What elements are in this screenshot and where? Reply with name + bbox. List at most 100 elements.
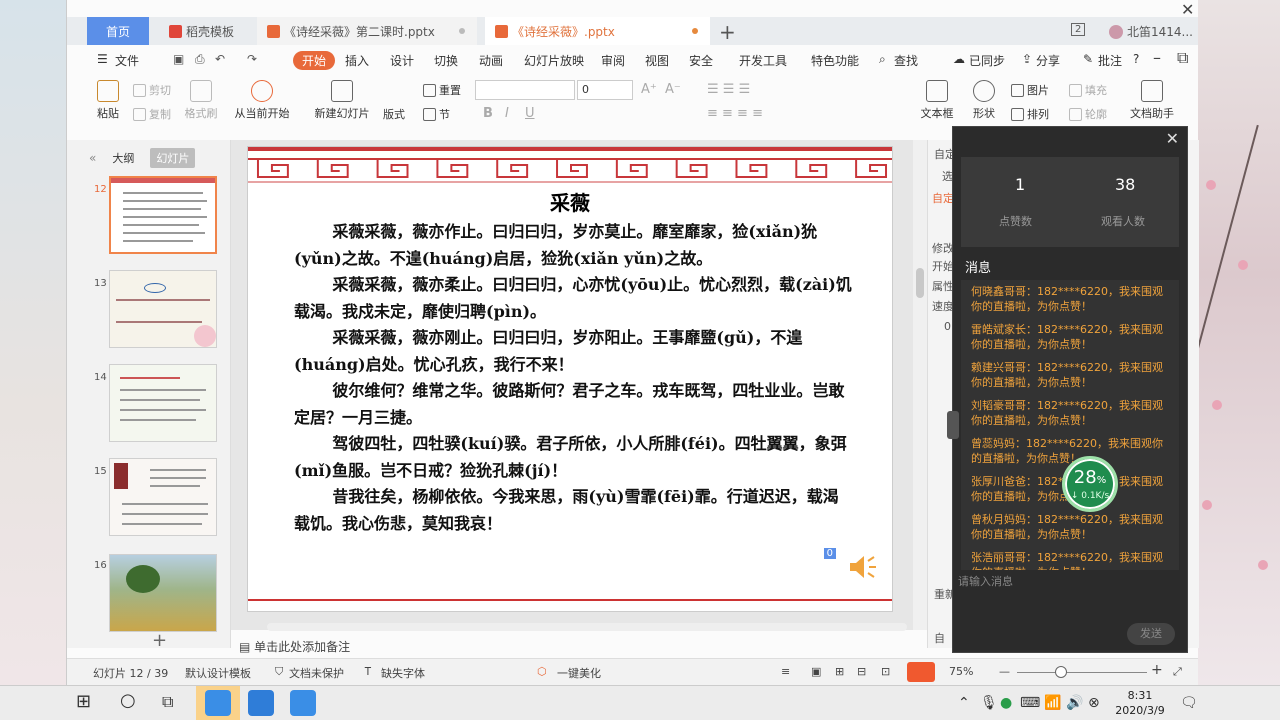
speaker-icon[interactable] bbox=[848, 553, 878, 581]
copy-button[interactable]: 复制 bbox=[133, 106, 171, 122]
menu-review[interactable]: 审阅 bbox=[601, 52, 625, 69]
underline-icon[interactable]: U bbox=[525, 106, 535, 121]
print-icon[interactable]: ⎙ bbox=[195, 52, 205, 67]
arrange-button[interactable]: 排列 bbox=[1011, 106, 1049, 122]
paste-button[interactable]: 粘贴 bbox=[93, 80, 123, 121]
font-size-combo[interactable]: 0 bbox=[577, 80, 633, 100]
new-tab-icon[interactable]: + bbox=[719, 20, 736, 44]
tab-home[interactable]: 首页 bbox=[87, 17, 149, 45]
reading-view-icon[interactable]: ⊟ bbox=[857, 665, 866, 678]
menu-animation[interactable]: 动画 bbox=[479, 52, 503, 69]
layout-button[interactable]: 版式 bbox=[383, 106, 405, 122]
zoom-level[interactable]: 75% bbox=[949, 665, 973, 678]
search-icon[interactable]: ⌕ bbox=[879, 52, 886, 67]
layout-view-icon[interactable]: ⊡ bbox=[881, 665, 890, 678]
play-current-button[interactable]: 从当前开始 bbox=[229, 80, 295, 121]
notification-icon[interactable]: 🗨 bbox=[1180, 695, 1198, 711]
new-slide-button[interactable]: 新建幻灯片 bbox=[309, 80, 375, 121]
sync-status[interactable]: 已同步 bbox=[969, 52, 1005, 69]
beautify-button[interactable]: 一键美化 bbox=[557, 665, 601, 681]
protect-status[interactable]: 文档未保护 bbox=[289, 665, 344, 681]
calendar-app-icon[interactable] bbox=[290, 690, 316, 716]
hamburger-icon[interactable]: ☰ bbox=[97, 52, 108, 66]
menu-features[interactable]: 特色功能 bbox=[811, 52, 859, 69]
redo-icon[interactable]: ↷ bbox=[247, 52, 257, 66]
notes-toggle-icon[interactable]: ≡ bbox=[781, 665, 790, 678]
menu-start[interactable]: 开始 bbox=[293, 51, 336, 70]
clock[interactable]: 8:31 2020/3/9 bbox=[1110, 688, 1170, 718]
reset-button[interactable]: 重置 bbox=[423, 82, 461, 98]
zoom-slider-knob[interactable] bbox=[1055, 666, 1067, 678]
design-template[interactable]: 默认设计模板 bbox=[185, 665, 251, 681]
font-size-down-icon[interactable]: A⁻ bbox=[665, 82, 681, 97]
tray-expand-icon[interactable]: ⌃ bbox=[958, 695, 970, 711]
message-input[interactable]: 请输入消息 bbox=[958, 573, 1013, 589]
menu-transition[interactable]: 切换 bbox=[434, 52, 458, 69]
thumb-slide-15[interactable] bbox=[109, 458, 217, 536]
menu-design[interactable]: 设计 bbox=[390, 52, 414, 69]
menu-share[interactable]: 分享 bbox=[1036, 52, 1060, 69]
user-account[interactable]: 北笛1414... bbox=[1109, 23, 1193, 40]
shape-button[interactable]: 形状 bbox=[967, 80, 1001, 121]
add-slide-icon[interactable]: + bbox=[152, 630, 167, 651]
menu-view[interactable]: 视图 bbox=[645, 52, 669, 69]
zoom-slider[interactable] bbox=[1017, 672, 1147, 673]
scroll-thumb[interactable] bbox=[916, 268, 924, 298]
slideshow-play-button[interactable] bbox=[907, 662, 935, 682]
animation-order-badge[interactable]: 0 bbox=[823, 548, 836, 559]
tab-doc1[interactable]: 《诗经采薇》第二课时.pptx bbox=[257, 17, 477, 45]
doc-assistant-button[interactable]: 文档助手 bbox=[1129, 80, 1175, 121]
windows-start-icon[interactable]: ⊞ bbox=[76, 691, 91, 712]
menu-devtools[interactable]: 开发工具 bbox=[739, 52, 787, 69]
fit-window-icon[interactable]: ⤢ bbox=[1173, 665, 1182, 679]
ime-icon[interactable]: ⊗ bbox=[1088, 695, 1100, 711]
close-icon[interactable]: ✕ bbox=[1166, 129, 1179, 148]
sorter-view-icon[interactable]: ⊞ bbox=[835, 665, 844, 678]
message-list[interactable]: 何晓鑫哥哥：182****6220，我来围观你的直播啦，为你点赞！ 雷皓斌家长：… bbox=[961, 280, 1179, 570]
fill-button[interactable]: 填充 bbox=[1069, 82, 1107, 98]
normal-view-icon[interactable]: ▣ bbox=[811, 665, 821, 678]
font-size-up-icon[interactable]: A⁺ bbox=[641, 82, 657, 97]
task-view-icon[interactable]: ⧉ bbox=[162, 692, 173, 712]
align-icon[interactable]: ≡ ≡ ≡ ≡ bbox=[707, 106, 763, 121]
tab-template[interactable]: 稻壳模板 bbox=[159, 17, 249, 45]
undo-icon[interactable]: ↶ bbox=[215, 52, 225, 66]
section-button[interactable]: 节 bbox=[423, 106, 450, 122]
mic-icon[interactable]: 🎙 bbox=[980, 695, 998, 711]
network-speed-widget[interactable]: 28% ↓ 0.1K/s bbox=[1062, 456, 1118, 512]
thumb-slide-16[interactable] bbox=[109, 554, 217, 632]
wps-icon[interactable] bbox=[248, 690, 274, 716]
wifi-icon[interactable]: 📶 bbox=[1044, 695, 1061, 711]
vertical-scrollbar[interactable] bbox=[913, 140, 927, 630]
format-painter-button[interactable]: 格式刷 bbox=[181, 80, 221, 121]
missing-font[interactable]: 缺失字体 bbox=[381, 665, 425, 681]
outline-tab[interactable]: 大纲 bbox=[106, 148, 140, 168]
menu-security[interactable]: 安全 bbox=[689, 52, 713, 69]
live-app-icon[interactable] bbox=[205, 690, 231, 716]
zoom-in-icon[interactable]: + bbox=[1151, 662, 1163, 678]
collapse-pane-icon[interactable]: « bbox=[89, 151, 96, 165]
italic-icon[interactable]: I bbox=[505, 106, 509, 121]
thumb-slide-13[interactable] bbox=[109, 270, 217, 348]
close-window-icon[interactable]: ✕ bbox=[1181, 0, 1194, 19]
menu-insert[interactable]: 插入 bbox=[345, 52, 369, 69]
thumb-slide-12[interactable] bbox=[109, 176, 217, 254]
outline-button[interactable]: 轮廓 bbox=[1069, 106, 1107, 122]
zoom-out-icon[interactable]: — bbox=[999, 665, 1010, 678]
cut-button[interactable]: 剪切 bbox=[133, 82, 171, 98]
horizontal-scrollbar[interactable] bbox=[267, 623, 907, 631]
menu-file[interactable]: 文件 bbox=[115, 52, 139, 69]
send-button[interactable]: 发送 bbox=[1127, 623, 1175, 645]
window-count-icon[interactable]: 2 bbox=[1071, 23, 1086, 36]
textbox-button[interactable]: 文本框 bbox=[919, 80, 955, 121]
save-icon[interactable]: ▣ bbox=[173, 52, 184, 66]
slide-canvas[interactable]: 采薇 采薇采薇，薇亦作止。曰归曰归，岁亦莫止。靡室靡家，猃(xiǎn)狁(yǔn… bbox=[247, 146, 893, 612]
cortana-icon[interactable]: ○ bbox=[120, 690, 136, 711]
volume-icon[interactable]: 🔊 bbox=[1066, 695, 1083, 711]
help-icon[interactable]: ? bbox=[1133, 52, 1139, 66]
security-tray-icon[interactable]: ● bbox=[1000, 695, 1012, 711]
bold-icon[interactable]: B bbox=[483, 106, 493, 121]
panel-collapse-handle[interactable] bbox=[947, 411, 959, 439]
slides-tab[interactable]: 幻灯片 bbox=[150, 148, 196, 168]
tab-doc2[interactable]: 《诗经采薇》.pptx bbox=[485, 17, 710, 45]
